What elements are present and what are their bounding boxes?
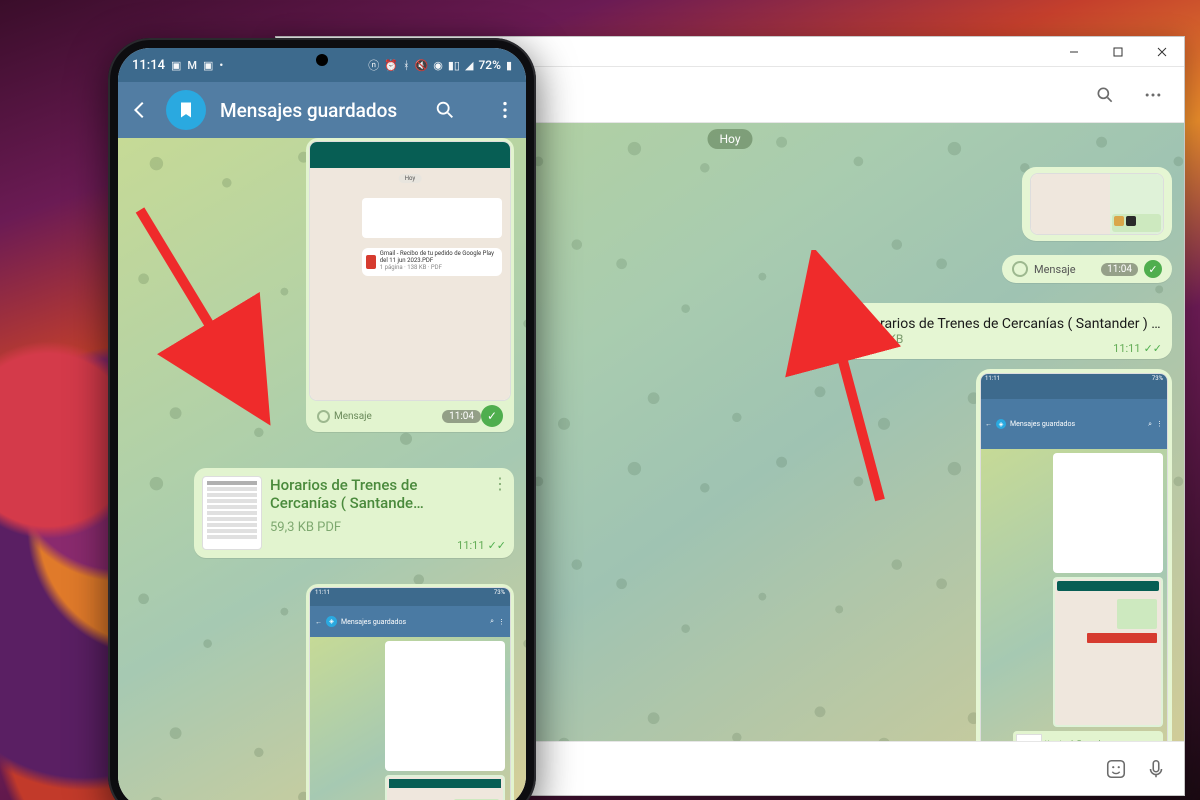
window-close-button[interactable]: [1140, 37, 1184, 67]
nfc-icon: ⓝ: [368, 57, 379, 73]
signal-icon: ▮▯: [448, 59, 460, 72]
arrow-left-icon: [129, 99, 151, 121]
phone-mockup: 11:14 ▣ M ▣ • ⓝ ⏰ ᚼ 🔇 ◉ ▮▯ ◢ 72% ▮: [108, 38, 536, 800]
microphone-icon: [1145, 758, 1167, 780]
sent-check-icon: ✓: [481, 405, 503, 427]
phone-screen: 11:14 ▣ M ▣ • ⓝ ⏰ ᚼ 🔇 ◉ ▮▯ ◢ 72% ▮: [118, 48, 526, 800]
file-download-icon[interactable]: [812, 311, 852, 351]
search-icon: [1095, 85, 1115, 105]
alarm-icon: ⏰: [384, 59, 398, 72]
message-options-button[interactable]: ⋮: [492, 474, 508, 493]
telegram-mobile-header: Mensajes guardados: [118, 82, 526, 138]
more-button[interactable]: [1136, 78, 1170, 112]
screenshot-thumbnail: [1030, 173, 1164, 235]
pdf-preview-thumbnail: [202, 476, 262, 550]
message-time-chip: 11:04: [1101, 263, 1138, 276]
message-time-chip: 11:04: [442, 410, 481, 423]
wifi-icon: ◉: [433, 59, 443, 72]
sticker-icon: [1105, 758, 1127, 780]
search-button[interactable]: [434, 99, 456, 121]
message-bubble-screenshot-2[interactable]: 11:11 73% ← ◈ Mensajes guardados ⌕⋮: [976, 369, 1172, 741]
window-minimize-button[interactable]: [1052, 37, 1096, 67]
message-bubble-screenshot-2[interactable]: 11:11 73% ← ◈ Mensajes guardados ⌕⋮: [306, 584, 514, 800]
notification-more-icon: •: [219, 59, 223, 72]
screenshot-thumbnail-phone: 11:11 73% ← ◈ Mensajes guardados ⌕⋮: [309, 587, 511, 800]
file-name: Horarios de Trenes de Cercanías ( Santan…: [862, 316, 1162, 332]
screenshot-thumbnail-phone: 11:11 73% ← ◈ Mensajes guardados ⌕⋮: [980, 373, 1168, 741]
statusbar-time: 11:14: [132, 58, 165, 73]
voice-button[interactable]: [1142, 758, 1170, 780]
notification-icon: M: [187, 59, 197, 72]
loading-ring-icon: [1012, 261, 1028, 277]
search-button[interactable]: [1088, 78, 1122, 112]
message-time: 11:11✓✓: [457, 539, 506, 552]
chat-title: Mensajes guardados: [220, 99, 420, 122]
window-maximize-button[interactable]: [1096, 37, 1140, 67]
message-bubble-file-pdf[interactable]: Horarios de Trenes de Cercanías ( Santan…: [802, 303, 1172, 359]
more-vertical-icon: [494, 99, 516, 121]
phone-camera-dot: [316, 54, 328, 66]
file-meta: 59,3 KB PDF: [270, 520, 506, 535]
bluetooth-icon: ᚼ: [403, 59, 410, 72]
more-button[interactable]: [494, 99, 516, 121]
message-time: 11:11✓✓: [1113, 342, 1162, 355]
signal-icon: ◢: [465, 59, 473, 72]
double-check-icon: ✓✓: [1144, 342, 1162, 355]
chat-scroll-area[interactable]: Hoy Gmail - Recibo de tu pedido de Googl…: [118, 138, 526, 800]
more-horizontal-icon: [1143, 85, 1163, 105]
screenshot-thumbnail-whatsapp: Hoy Gmail - Recibo de tu pedido de Googl…: [309, 141, 511, 401]
mute-icon: 🔇: [415, 59, 429, 72]
message-bubble-file-pdf[interactable]: ⋮ Horarios de Trenes de Cercanías ( Sant…: [194, 468, 514, 558]
sticker-button[interactable]: [1102, 758, 1130, 780]
saved-messages-avatar[interactable]: [166, 90, 206, 130]
file-name-line1: Horarios de Trenes de: [270, 476, 506, 494]
sent-check-icon: ✓: [1144, 260, 1162, 278]
battery-icon: ▮: [506, 59, 512, 72]
statusbar-battery: 72%: [478, 58, 500, 72]
file-name-line2: Cercanías ( Santande…: [270, 494, 506, 512]
back-button[interactable]: [128, 99, 152, 121]
document-icon: [822, 321, 842, 341]
notification-icon: ▣: [171, 59, 181, 72]
bookmark-icon: [176, 100, 196, 120]
date-separator: Hoy: [708, 129, 753, 149]
message-label: Mensaje: [334, 411, 372, 422]
search-icon: [434, 99, 456, 121]
loading-ring-icon: [317, 410, 330, 423]
double-check-icon: ✓✓: [488, 539, 506, 552]
notification-icon: ▣: [203, 59, 213, 72]
message-bubble-voice-placeholder[interactable]: Mensaje 11:04 ✓: [1002, 255, 1172, 283]
message-bubble-screenshot-1[interactable]: Hoy Gmail - Recibo de tu pedido de Googl…: [306, 138, 514, 432]
message-label: Mensaje: [1034, 263, 1095, 276]
message-bubble-screenshot-1[interactable]: [1022, 167, 1172, 241]
